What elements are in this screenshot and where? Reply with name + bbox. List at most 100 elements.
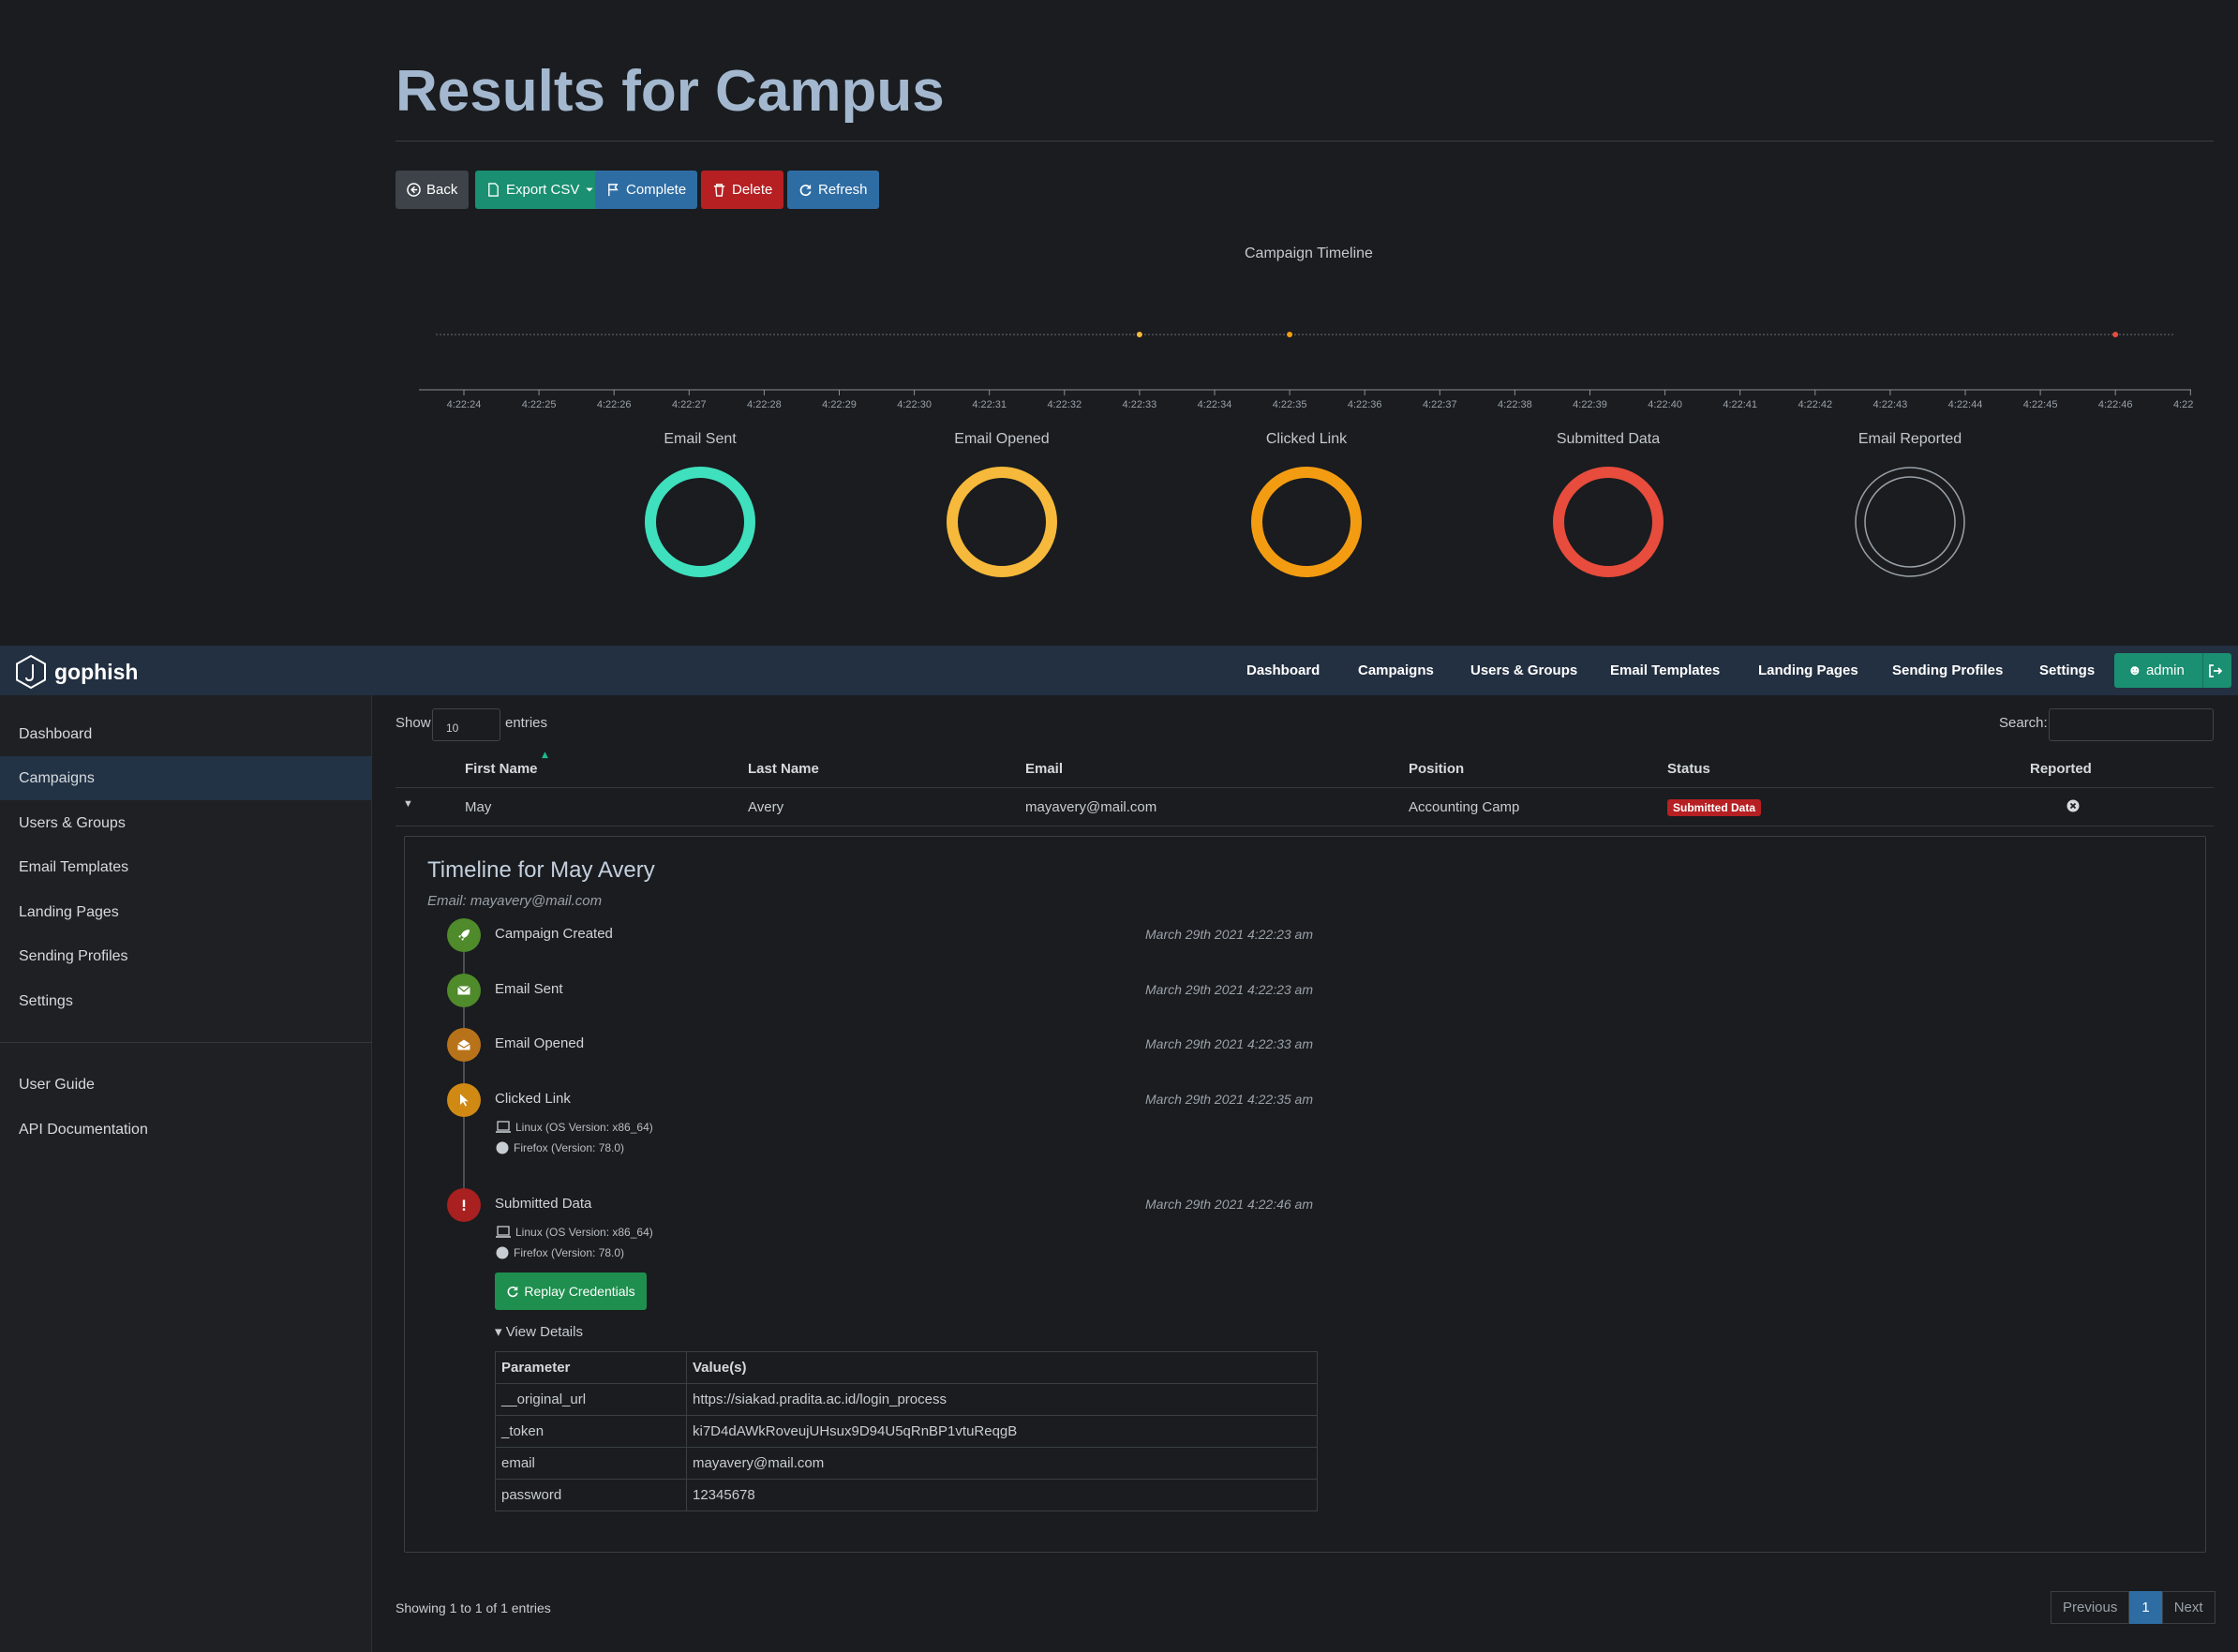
delete-label: Delete	[732, 182, 773, 198]
timeline-tick-label: 4:22:32	[1047, 399, 1082, 410]
previous-page-button[interactable]: Previous	[2051, 1591, 2130, 1624]
param-name: password	[495, 1479, 687, 1511]
col-first-name[interactable]: First Name	[465, 761, 538, 777]
delete-button[interactable]: Delete	[701, 171, 784, 209]
sidebar-divider	[0, 1042, 372, 1043]
timeline-tick-label: 4:22:39	[1573, 399, 1607, 410]
timeline-tick-label: 4:22:30	[897, 399, 932, 410]
stat-donut: Email Opened	[908, 431, 1096, 585]
timeline-event-point	[2112, 332, 2119, 337]
campaign-timeline-chart: 4:22:24 4:22:25 4:22:26 4:22:27 4:22:28 4:22:…	[419, 332, 2193, 410]
donut-chart	[1553, 467, 1664, 577]
sidebar-item-dashboard[interactable]: Dashboard	[0, 712, 372, 756]
pointer-icon	[447, 1083, 481, 1117]
view-details-toggle[interactable]: ▾ View Details	[495, 1323, 583, 1340]
event-browser-text: Firefox (Version: 78.0)	[514, 1246, 625, 1259]
back-button[interactable]: Back	[395, 171, 470, 209]
timeline-tick-label: 4:22:40	[1648, 399, 1682, 410]
header-rule	[395, 787, 2214, 788]
timeline-tick-label: 4:22:31	[972, 399, 1007, 410]
donut-chart	[1855, 467, 1965, 577]
sidebar-item-user-guide[interactable]: User Guide	[0, 1063, 372, 1107]
col-position[interactable]: Position	[1409, 761, 1464, 777]
timeline-tick-label: 4:22:29	[822, 399, 857, 410]
exclamation-icon	[447, 1188, 481, 1222]
nav-campaigns[interactable]: Campaigns	[1358, 662, 1434, 678]
logout-icon[interactable]	[2208, 663, 2223, 678]
timeline-tick-label: 4:22:41	[1723, 399, 1757, 410]
donut-chart	[645, 467, 755, 577]
col-email[interactable]: Email	[1025, 761, 1063, 777]
page-1-button[interactable]: 1	[2129, 1591, 2162, 1624]
donut-ring	[1553, 467, 1664, 577]
show-label: Show	[395, 715, 431, 731]
admin-label: ☻ admin	[2127, 662, 2185, 678]
cell-email: mayavery@mail.com	[1025, 799, 1157, 815]
param-header: Parameter	[495, 1351, 687, 1384]
page-length-select[interactable]: 10	[432, 708, 500, 741]
complete-button[interactable]: Complete	[595, 171, 698, 209]
cell-position: Accounting Camp	[1409, 799, 1520, 815]
sidebar-item-users-groups[interactable]: Users & Groups	[0, 801, 372, 845]
sidebar-item-campaigns[interactable]: Campaigns	[0, 756, 372, 800]
event-browser: Firefox (Version: 78.0)	[495, 1140, 624, 1155]
event-os: Linux (OS Version: x86_64)	[495, 1121, 653, 1134]
expand-caret-icon[interactable]: ▼	[403, 798, 413, 810]
param-value: https://siakad.pradita.ac.id/login_proce…	[686, 1383, 1318, 1416]
next-page-button[interactable]: Next	[2161, 1591, 2216, 1624]
donut-ring	[645, 467, 755, 577]
stat-donut: Clicked Link	[1213, 431, 1400, 585]
replay-label: Replay Credentials	[524, 1284, 635, 1299]
event-time: March 29th 2021 4:22:35 am	[1145, 1092, 1314, 1107]
timeline-tick-label: 4:22:27	[672, 399, 707, 410]
stat-label: Clicked Link	[1265, 431, 1348, 447]
sidebar-item-api-docs[interactable]: API Documentation	[0, 1108, 372, 1152]
event-browser: Firefox (Version: 78.0)	[495, 1245, 624, 1260]
admin-divider	[2202, 653, 2203, 688]
timeline-details-panel: Timeline for May Avery Email: mayavery@m…	[404, 836, 2206, 1553]
sidebar-item-settings[interactable]: Settings	[0, 979, 372, 1023]
param-value: ki7D4dAWkRoveujUHsux9D94U5qRnBP1vtuReqgB	[686, 1415, 1318, 1448]
timeline-tick-label: 4:22:44	[1948, 399, 1983, 410]
search-input[interactable]	[2049, 708, 2214, 741]
nav-dashboard[interactable]: Dashboard	[1246, 662, 1320, 678]
nav-landing-pages[interactable]: Landing Pages	[1758, 662, 1858, 678]
admin-username: admin	[2145, 662, 2185, 678]
timeline-title: Campaign Timeline	[1245, 246, 1373, 261]
event-os: Linux (OS Version: x86_64)	[495, 1226, 653, 1239]
refresh-label: Refresh	[818, 182, 868, 198]
timeline-event-point	[1136, 332, 1142, 337]
export-label: Export CSV	[506, 182, 580, 198]
export-csv-button[interactable]: Export CSV	[475, 171, 606, 209]
admin-menu[interactable]: ☻ admin	[2114, 653, 2231, 688]
timeline-tick-label: 4:22:38	[1498, 399, 1532, 410]
stat-donut: Submitted Data	[1514, 431, 1702, 585]
timeline-tick-label: 4:22:37	[1423, 399, 1457, 410]
sidebar-item-sending-profiles[interactable]: Sending Profiles	[0, 934, 372, 978]
sort-asc-icon[interactable]: ▲	[542, 751, 548, 760]
param-value: 12345678	[686, 1479, 1318, 1511]
timeline-tick-label: 4:22:45	[2023, 399, 2058, 410]
brand-name: gophish	[54, 659, 139, 684]
refresh-button[interactable]: Refresh	[787, 171, 879, 209]
stat-donut: Email Reported	[1816, 431, 2004, 585]
stat-donut: Email Sent	[606, 431, 794, 585]
back-label: Back	[426, 182, 458, 198]
donut-ring-outer	[1855, 467, 1965, 577]
sidebar-item-email-templates[interactable]: Email Templates	[0, 845, 372, 889]
col-reported[interactable]: Reported	[2030, 761, 2092, 777]
brand-logo[interactable]: gophish	[13, 654, 138, 690]
nav-sending-profiles[interactable]: Sending Profiles	[1892, 662, 2003, 678]
pagination: Previous 1 Next	[2051, 1591, 2216, 1624]
col-status[interactable]: Status	[1667, 761, 1710, 777]
table-info: Showing 1 to 1 of 1 entries	[395, 1600, 551, 1615]
event-time: March 29th 2021 4:22:46 am	[1145, 1197, 1314, 1212]
nav-settings[interactable]: Settings	[2039, 662, 2095, 678]
firefox-icon	[496, 1246, 509, 1259]
col-last-name[interactable]: Last Name	[748, 761, 819, 777]
timeline-tick-label: 4:22:47	[2173, 399, 2193, 410]
replay-credentials-button[interactable]: Replay Credentials	[495, 1272, 647, 1310]
sidebar-item-landing-pages[interactable]: Landing Pages	[0, 890, 372, 934]
nav-email-templates[interactable]: Email Templates	[1610, 662, 1720, 678]
nav-users-groups[interactable]: Users & Groups	[1470, 662, 1577, 678]
